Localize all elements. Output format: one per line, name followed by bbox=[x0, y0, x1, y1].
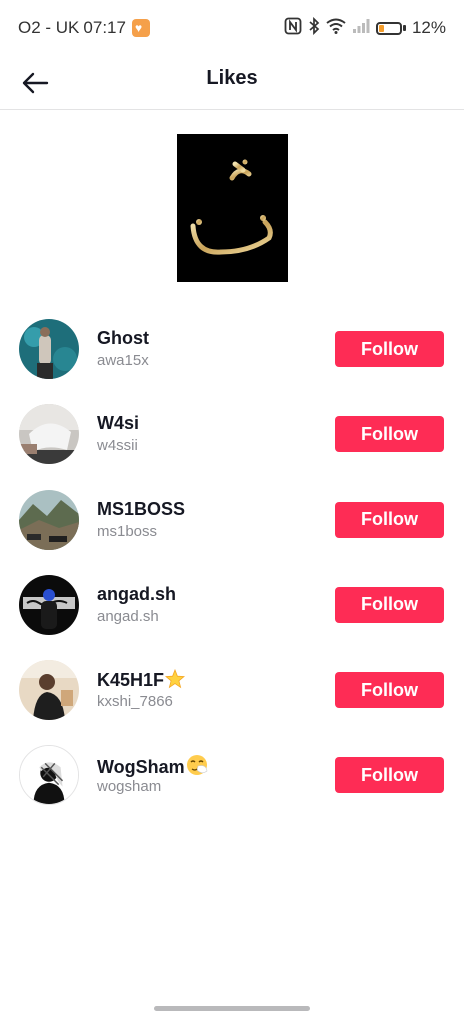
avatar-image bbox=[19, 404, 79, 465]
list-item[interactable]: angad.sh angad.sh Follow bbox=[0, 570, 464, 655]
list-item[interactable]: W4si w4ssii Follow bbox=[0, 399, 464, 484]
user-handle: ms1boss bbox=[97, 522, 158, 540]
avatar-image bbox=[19, 660, 79, 721]
follow-button[interactable]: Follow bbox=[335, 586, 444, 623]
user-name: W4si bbox=[97, 413, 140, 434]
follow-button[interactable]: Follow bbox=[335, 416, 444, 453]
battery-icon bbox=[375, 21, 406, 35]
nfc-icon bbox=[284, 17, 302, 40]
avatar[interactable] bbox=[19, 489, 79, 550]
battery-fill bbox=[378, 24, 384, 32]
user-handle: awa15x bbox=[97, 352, 149, 369]
likes-list: Ghost awa15x Follow W4si w4ssii Follow M… bbox=[0, 314, 464, 826]
calligraphy-thumbnail bbox=[177, 134, 288, 282]
star-icon bbox=[164, 669, 186, 694]
user-name: WogSham bbox=[97, 754, 208, 781]
user-handle: angad.sh bbox=[97, 607, 159, 625]
user-handle: kxshi_7866 bbox=[97, 693, 173, 711]
list-item[interactable]: Ghost awa15x Follow bbox=[0, 314, 464, 399]
user-handle: wogsham bbox=[97, 778, 162, 796]
user-handle: w4ssii bbox=[97, 437, 138, 455]
wifi-icon bbox=[326, 18, 346, 39]
avatar-image bbox=[19, 489, 79, 550]
carrier-label: O2 - UK bbox=[18, 18, 80, 37]
avatar-image bbox=[20, 746, 78, 805]
header: Likes bbox=[0, 56, 464, 110]
status-right: 12% bbox=[284, 16, 446, 40]
avatar[interactable] bbox=[19, 745, 79, 806]
bluetooth-icon bbox=[308, 16, 320, 40]
avatar[interactable] bbox=[19, 319, 79, 379]
sneezing-face-icon bbox=[186, 754, 208, 781]
battery-body bbox=[375, 21, 402, 35]
status-time: 07:17 bbox=[83, 18, 126, 37]
follow-button[interactable]: Follow bbox=[335, 757, 444, 794]
list-item[interactable]: WogSham wogsham Follow bbox=[0, 740, 464, 825]
user-name-text: WogSham bbox=[97, 757, 185, 778]
signal-icon bbox=[352, 18, 370, 39]
battery-cap bbox=[402, 25, 406, 31]
follow-button[interactable]: Follow bbox=[335, 331, 444, 367]
likes-screen: O2 - UK 07:17 ♥ 12% Likes Ghost awa15x F… bbox=[0, 0, 464, 1023]
follow-button[interactable]: Follow bbox=[335, 501, 444, 538]
user-name: angad.sh bbox=[97, 583, 177, 604]
page-title: Likes bbox=[206, 67, 258, 89]
status-left: O2 - UK 07:17 bbox=[18, 18, 150, 38]
avatar-image bbox=[19, 319, 79, 379]
list-item[interactable]: K45H1F kxshi_7866 Follow bbox=[0, 655, 464, 740]
avatar[interactable] bbox=[19, 404, 79, 465]
list-item[interactable]: MS1BOSS ms1boss Follow bbox=[0, 485, 464, 570]
status-bar: O2 - UK 07:17 ♥ 12% bbox=[0, 0, 464, 56]
user-name: Ghost bbox=[97, 328, 149, 348]
user-name: K45H1F bbox=[97, 669, 186, 694]
avatar[interactable] bbox=[19, 660, 79, 721]
heart-notification-icon bbox=[131, 19, 150, 37]
battery-percent: 12% bbox=[411, 18, 446, 37]
video-thumbnail[interactable] bbox=[177, 134, 288, 282]
follow-button[interactable]: Follow bbox=[335, 672, 444, 709]
user-name-text: K45H1F bbox=[97, 670, 165, 691]
avatar-image bbox=[19, 574, 79, 635]
home-indicator[interactable] bbox=[154, 1006, 310, 1011]
avatar[interactable] bbox=[19, 574, 79, 635]
user-name: MS1BOSS bbox=[97, 498, 186, 519]
